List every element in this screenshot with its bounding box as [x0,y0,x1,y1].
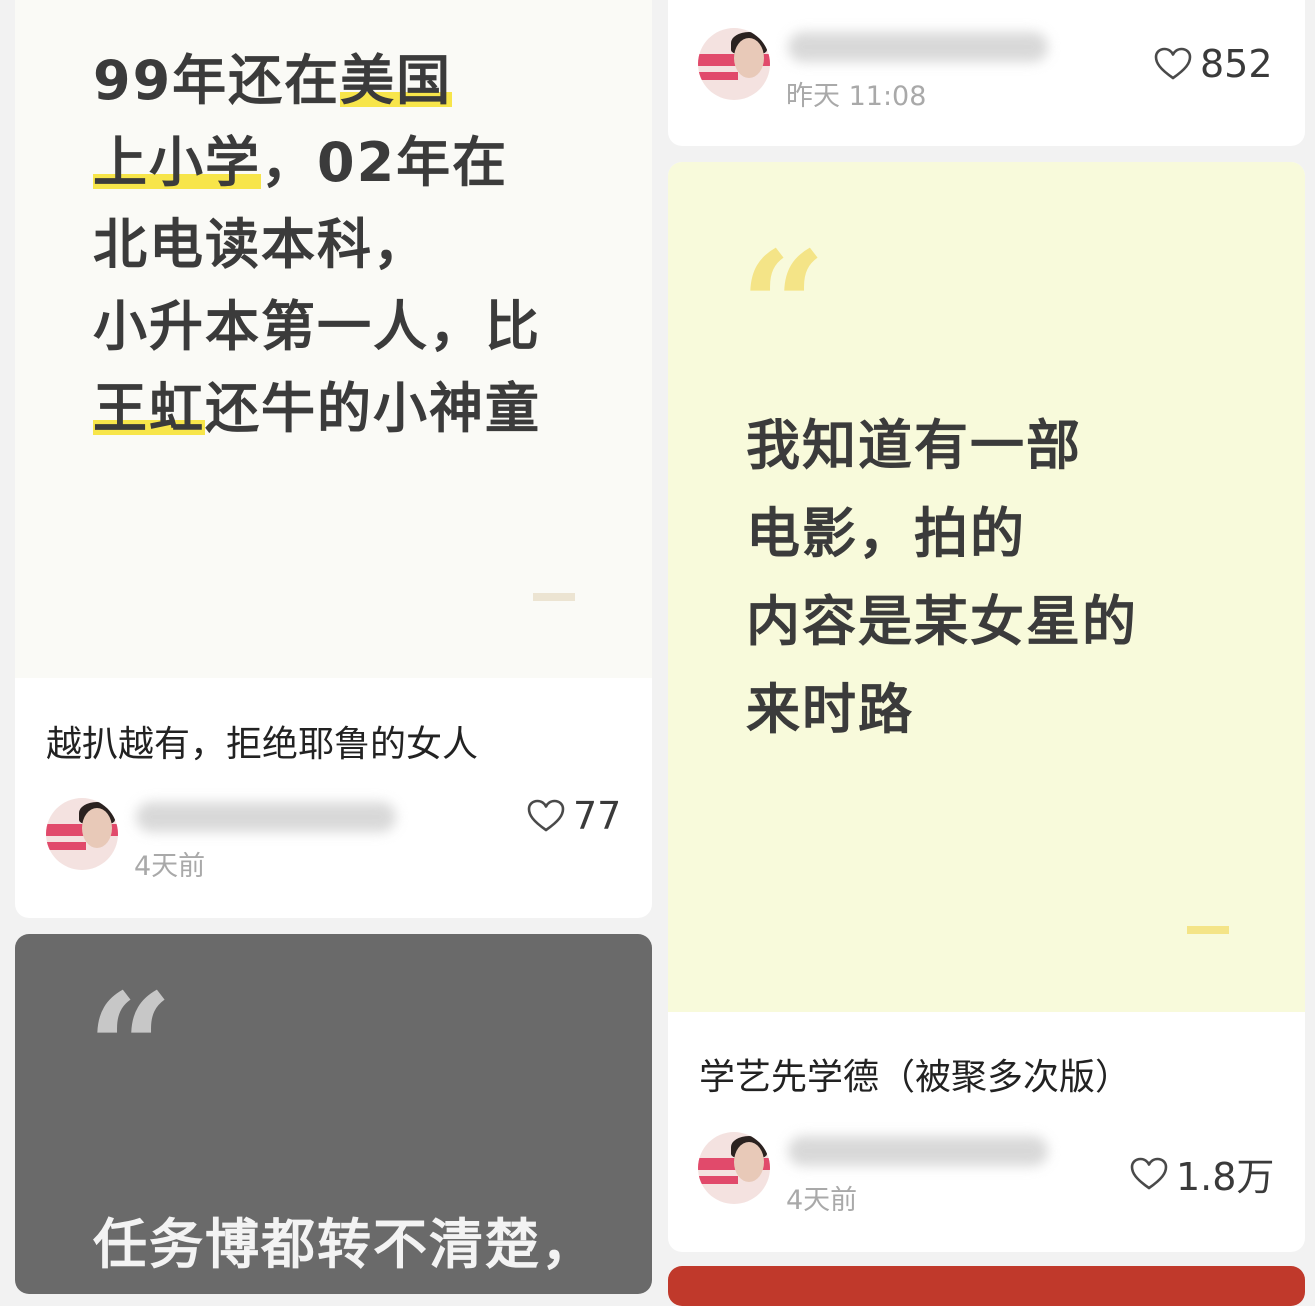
cover-text: 99年还在美国 上小学，02年在 北电读本科， 小升本第一人，比 王虹还牛的小神… [93,40,541,450]
note-card[interactable]: 99年还在美国 上小学，02年在 北电读本科， 小升本第一人，比 王虹还牛的小神… [15,0,652,918]
cover-decoration [1187,926,1229,934]
note-card[interactable] [668,1266,1305,1306]
like-count: 77 [573,794,622,838]
cover-line: 上小学，02年在 [93,131,509,194]
author-avatar[interactable] [46,798,118,870]
like-count: 1.8万 [1176,1155,1275,1199]
cover-line: 小升本第一人，比 [93,295,541,358]
heart-outline-icon[interactable] [527,799,565,833]
like-button[interactable]: 1.8万 [1130,1146,1274,1201]
cover-line: 任务博都转不清楚， [93,1213,597,1276]
cover-text: 任务博都转不清楚， [93,1204,597,1286]
cover-line: 王虹还牛的小神童 [93,377,541,440]
like-button[interactable]: 77 [527,794,621,838]
author-name-blurred[interactable] [136,802,396,832]
note-title[interactable]: 学艺先学德（被聚多次版） [699,1048,1131,1100]
note-cover[interactable]: 99年还在美国 上小学，02年在 北电读本科， 小升本第一人，比 王虹还牛的小神… [15,0,652,678]
note-cover[interactable]: “ 我知道有一部 电影，拍的 内容是某女星的 来时路 [668,162,1305,1012]
post-time: 4天前 [134,851,206,882]
cover-line: 内容是某女星的 [746,590,1138,653]
quote-mark-icon: “ [87,961,174,1137]
note-title[interactable]: 越扒越有，拒绝耶鲁的女人 [46,715,478,767]
cover-line: 我知道有一部 [746,414,1082,477]
like-count: 852 [1200,42,1273,86]
like-button[interactable]: 852 [1154,42,1273,86]
heart-outline-icon[interactable] [1130,1157,1168,1191]
post-time: 4天前 [786,1185,858,1216]
cover-line: 电影，拍的 [746,502,1026,565]
author-avatar[interactable] [698,1132,770,1204]
note-card[interactable]: “ 我知道有一部 电影，拍的 内容是某女星的 来时路 学艺先学德（被聚多次版） … [668,162,1305,1252]
heart-outline-icon[interactable] [1154,47,1192,81]
cover-line: 99年还在美国 [93,49,453,112]
author-name-blurred[interactable] [788,1136,1048,1166]
cover-text: 我知道有一部 电影，拍的 内容是某女星的 来时路 [746,402,1138,754]
quote-mark-icon: “ [740,219,827,395]
note-card[interactable]: “ 任务博都转不清楚， [15,934,652,1294]
post-time: 昨天 11:08 [786,81,927,112]
cover-decoration [533,593,575,601]
cover-line: 来时路 [746,678,914,741]
author-avatar[interactable] [698,28,770,100]
author-name-blurred[interactable] [788,32,1048,62]
cover-line: 北电读本科， [93,213,429,276]
note-card[interactable]: 昨天 11:08 852 [668,0,1305,146]
